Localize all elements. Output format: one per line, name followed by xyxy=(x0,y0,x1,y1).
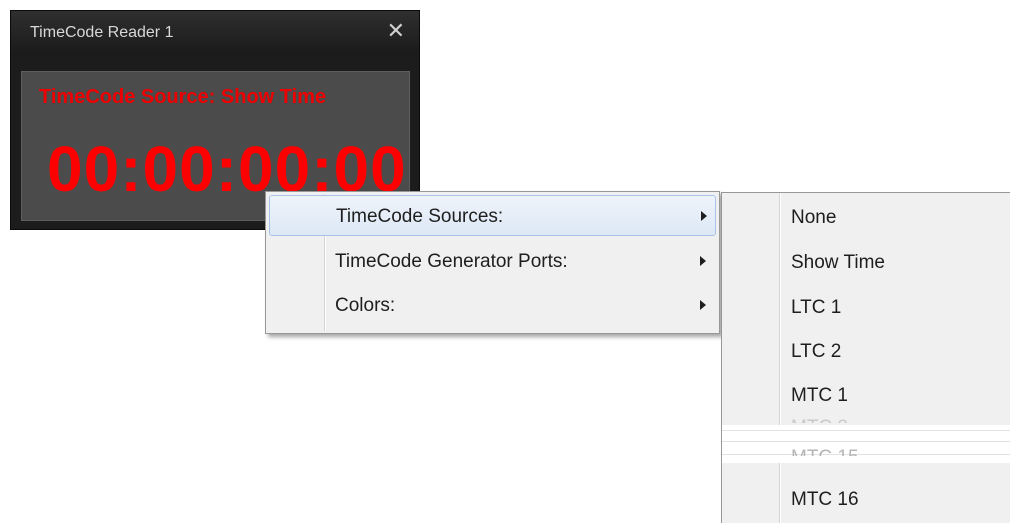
submenu-item-label: MTC 16 xyxy=(791,489,859,510)
submenu-item-label: LTC 1 xyxy=(791,297,842,318)
submenu-arrow-icon xyxy=(701,211,707,221)
submenu-item-show-time[interactable]: Show Time xyxy=(722,242,1010,282)
window-titlebar[interactable]: TimeCode Reader 1 ✕ xyxy=(11,11,419,55)
menu-item-timecode-generator-ports[interactable]: TimeCode Generator Ports: xyxy=(269,241,716,282)
timecode-sources-submenu: None Show Time LTC 1 LTC 2 MTC 1 MTC 2 M… xyxy=(721,192,1010,523)
tear-line xyxy=(722,430,1010,431)
submenu-item-label: LTC 2 xyxy=(791,341,842,362)
window-title: TimeCode Reader 1 xyxy=(30,24,174,41)
submenu-cut-gap xyxy=(722,425,1010,463)
timecode-source-label: TimeCode Source: Show Time xyxy=(39,86,327,108)
close-icon[interactable]: ✕ xyxy=(387,19,405,44)
submenu-arrow-icon xyxy=(700,300,706,310)
menu-item-label: TimeCode Generator Ports: xyxy=(335,251,568,272)
tear-line xyxy=(722,441,1010,442)
menu-item-colors[interactable]: Colors: xyxy=(269,285,716,326)
submenu-item-mtc-1[interactable]: MTC 1 xyxy=(722,375,1010,415)
submenu-item-ltc-2[interactable]: LTC 2 xyxy=(722,331,1010,371)
submenu-item-label: MTC 1 xyxy=(791,385,848,406)
submenu-item-partial: MTC 15 xyxy=(791,447,859,456)
menu-item-label: Colors: xyxy=(335,295,396,316)
menu-item-label: TimeCode Sources: xyxy=(336,206,504,227)
submenu-item-partial: MTC 2 xyxy=(791,417,848,423)
submenu-arrow-icon xyxy=(700,256,706,266)
menu-item-timecode-sources[interactable]: TimeCode Sources: xyxy=(269,195,716,236)
submenu-item-none[interactable]: None xyxy=(722,197,1010,237)
submenu-item-label: None xyxy=(791,207,837,228)
tear-line xyxy=(722,454,1010,455)
submenu-item-label: Show Time xyxy=(791,252,885,273)
submenu-item-mtc-16[interactable]: MTC 16 xyxy=(722,479,1010,519)
submenu-item-ltc-1[interactable]: LTC 1 xyxy=(722,287,1010,327)
context-menu: TimeCode Sources: TimeCode Generator Por… xyxy=(265,191,720,334)
